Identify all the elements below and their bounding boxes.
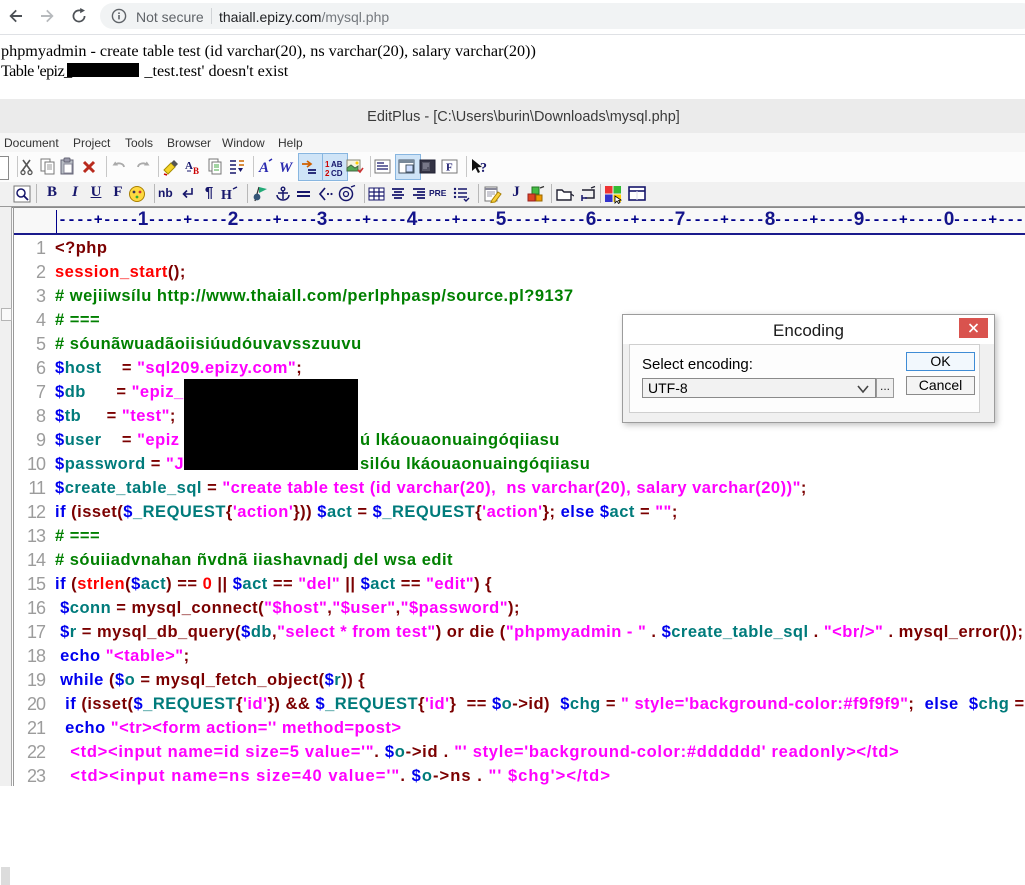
svg-text:?: ?: [480, 161, 487, 176]
svg-text:A: A: [185, 160, 193, 172]
svg-text:1: 1: [325, 160, 330, 169]
svg-text:AB: AB: [331, 160, 343, 169]
svg-text:2: 2: [325, 169, 330, 178]
svg-text:W: W: [279, 160, 294, 176]
svg-text:H: H: [221, 188, 232, 203]
svg-text:B: B: [193, 166, 199, 176]
svg-text:F: F: [446, 162, 453, 174]
svg-text:CD: CD: [331, 169, 343, 178]
svg-text:A: A: [258, 160, 269, 176]
